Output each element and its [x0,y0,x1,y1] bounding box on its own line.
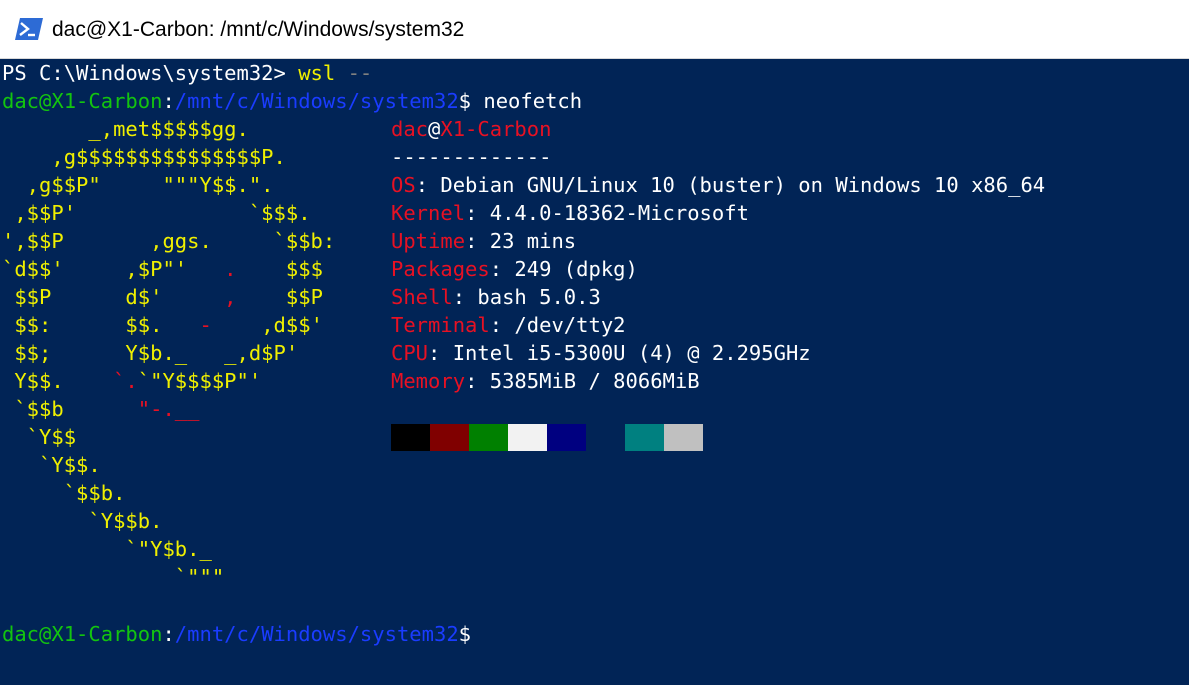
color-swatch [469,424,508,451]
info-row-terminal: Terminal: /dev/tty2 [391,313,626,337]
logo-line: `Y$$b. [2,509,163,533]
color-swatch [547,424,586,451]
logo-line: `""" [2,565,225,589]
color-palette [391,424,703,451]
bash-user: dac@X1-Carbon [2,622,163,646]
info-host: X1-Carbon [440,117,552,141]
bash-colon: : [162,89,175,113]
ps-prompt: PS C:\Windows\system32> [2,61,299,85]
color-swatch [586,424,625,451]
logo-line: `$$b "-.__ [2,397,200,421]
logo-line: ,$$P' `$$$. [2,201,311,225]
color-swatch [391,424,430,451]
terminal-area[interactable]: PS C:\Windows\system32> wsl -- dac@X1-Ca… [0,59,1189,685]
bash-path: /mnt/c/Windows/system32 [174,622,459,646]
info-header: dac@X1-Carbon [391,115,551,143]
logo-line: `Y$$. [2,453,101,477]
info-row-kernel: Kernel: 4.4.0-18362-Microsoft [391,201,749,225]
logo-line: $$: $$. - ,d$$' [2,313,323,337]
logo-line: $$; Y$b._ _,d$P' [2,341,299,365]
bash-command: neofetch [471,89,583,113]
bash-dollar: $ [458,89,472,113]
logo-line: ',$$P ,ggs. `$$b: [2,229,336,253]
info-at: @ [428,117,441,141]
info-row-memory: Memory: 5385MiB / 8066MiB [391,369,700,393]
info-row-os: OS: Debian GNU/Linux 10 (buster) on Wind… [391,173,1046,197]
ps-command: wsl [298,61,336,85]
logo-line: ,g$$P" """Y$$.". [2,173,274,197]
bash-prompt-final[interactable]: dac@X1-Carbon:/mnt/c/Windows/system32$ [2,620,471,648]
color-swatch [664,424,703,451]
color-swatch [430,424,469,451]
color-swatch [508,424,547,451]
info-separator: ------------- [391,145,552,169]
bash-prompt-line: dac@X1-Carbon:/mnt/c/Windows/system32$ n… [2,87,582,115]
logo-line: `Y$$ [2,425,77,449]
info-row-packages: Packages: 249 (dpkg) [391,257,638,281]
logo-line: Y$$. `.`"Y$$$$P"' [2,369,262,393]
bash-colon: : [162,622,175,646]
info-row-uptime: Uptime: 23 mins [391,229,577,253]
color-swatch [625,424,664,451]
ps-prompt-line: PS C:\Windows\system32> wsl -- [2,59,372,87]
powershell-icon [15,18,43,40]
bash-path: /mnt/c/Windows/system32 [174,89,459,113]
logo-line: $$P d$' , $$P [2,285,323,309]
bash-user: dac@X1-Carbon [2,89,163,113]
info-row-cpu: CPU: Intel i5-5300U (4) @ 2.295GHz [391,341,811,365]
info-user: dac [391,117,429,141]
logo-line: `d$$' ,$P"' . $$$ [2,257,323,281]
logo-line: _,met$$$$$gg. [2,117,249,141]
logo-line: `"Y$b._ [2,537,212,561]
bash-dollar: $ [458,622,472,646]
logo-line: ,g$$$$$$$$$$$$$$$P. [2,145,286,169]
info-row-shell: Shell: bash 5.0.3 [391,285,601,309]
title-bar: dac@X1-Carbon: /mnt/c/Windows/system32 [0,0,1189,59]
logo-line: `$$b. [2,481,126,505]
window-title: dac@X1-Carbon: /mnt/c/Windows/system32 [52,18,465,41]
ps-args: -- [335,61,373,85]
